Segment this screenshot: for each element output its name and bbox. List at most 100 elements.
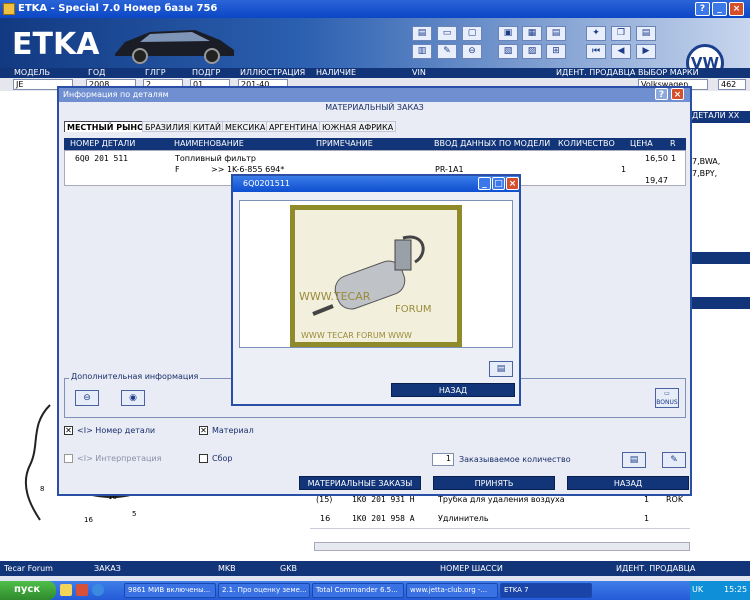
bg-row-qty: 1 <box>644 514 650 523</box>
next-page-icon[interactable]: ▶ <box>636 44 656 59</box>
taskbar-item[interactable]: 9861 МИВ включены... <box>124 583 216 598</box>
bg-right-header: ДЕТАЛИ ХХ <box>690 111 750 123</box>
taskbar-item[interactable]: Total Commander 6.5... <box>312 583 404 598</box>
status-order-tab[interactable]: ЗАКАЗ <box>94 564 121 573</box>
sbor-checkbox[interactable] <box>199 454 208 463</box>
diagram-label-16: 16 <box>84 516 93 524</box>
info-tool-icon[interactable]: ▦ <box>522 26 542 41</box>
close-button[interactable]: × <box>729 2 744 16</box>
image-maximize-button[interactable]: □ <box>492 177 505 190</box>
quicklaunch-ie-icon[interactable] <box>92 584 104 596</box>
car-tool-icon[interactable]: ⊖ <box>462 44 482 59</box>
pages-tool-icon[interactable]: ❐ <box>611 26 631 41</box>
edit-icon[interactable]: ✎ <box>662 452 686 468</box>
status-gkb-tab[interactable]: GKB <box>280 564 297 573</box>
col-brand: ВЫБОР МАРКИ <box>638 68 699 77</box>
interpretation-checkbox[interactable] <box>64 454 73 463</box>
col-dealer: ИДЕНТ. ПРОДАВЦА <box>556 68 636 77</box>
minimize-button[interactable]: _ <box>712 2 727 16</box>
fuel-filter-photo: WWW.TECAR FORUM WWW TECAR FORUM WWW <box>290 205 462 347</box>
tab-brazil[interactable]: БРАЗИЛИЯ <box>142 121 193 132</box>
tab-local-market[interactable]: МЕСТНЫЙ РЫНОК <box>64 121 154 132</box>
order-quantity-input[interactable]: 1 <box>432 453 454 466</box>
part-number-checkbox-label: <I> Номер детали <box>77 426 156 435</box>
bg-row: 16 1K0 201 958 A Удлинитель 1 <box>310 509 690 529</box>
quicklaunch-folder-icon[interactable] <box>60 584 72 596</box>
quicklaunch-app-icon[interactable] <box>76 584 88 596</box>
screen-tool-icon[interactable]: ▭ <box>437 26 457 41</box>
col-availability: НАЛИЧИЕ <box>316 68 357 77</box>
vin-tool-icon[interactable]: ▣ <box>498 26 518 41</box>
banner: ETKA ▤ ▭ ▢ ▥ ✎ ⊖ ▣ ▦ ▤ ▧ ▨ ⊞ ✦ ❐ ▤ ⏮ ◀ ▶… <box>0 18 750 68</box>
material-checkbox[interactable]: ✕ <box>199 426 208 435</box>
prev-page-icon[interactable]: ◀ <box>611 44 631 59</box>
car-icon[interactable]: ⊖ <box>75 390 99 406</box>
bg-row-part: 1K0 201 931 H <box>352 495 415 504</box>
watermark-2: FORUM <box>395 304 432 315</box>
basket-tool-icon[interactable]: ⊞ <box>546 44 566 59</box>
image-back-button[interactable]: НАЗАД <box>391 383 515 397</box>
col-glgr: ГЛГР <box>145 68 166 77</box>
bonus-button[interactable]: ▭ BONUS <box>655 388 679 408</box>
cell-flag: F <box>175 165 180 174</box>
info-help-button[interactable]: ? <box>655 88 668 100</box>
cart-tool-icon[interactable]: ▤ <box>546 26 566 41</box>
language-indicator[interactable]: UK <box>692 585 703 594</box>
pin-tool-icon[interactable]: ✦ <box>586 26 606 41</box>
tab-south-africa[interactable]: ЮЖНАЯ АФРИКА <box>319 121 397 132</box>
back-button[interactable]: НАЗАД <box>567 476 689 490</box>
col-vin: VIN <box>412 68 426 77</box>
taskbar-item[interactable]: 2.1. Про оценку земе... <box>218 583 310 598</box>
order-tool-icon[interactable]: ▧ <box>498 44 518 59</box>
dealer-code-field[interactable]: 462 <box>718 79 746 90</box>
window-title: ETKA - Special 7.0 Номер базы 756 <box>18 3 218 14</box>
watermark-3: WWW TECAR FORUM WWW <box>301 331 412 340</box>
list-tool-icon[interactable]: ▨ <box>522 44 542 59</box>
status-mkv-tab[interactable]: MKB <box>218 564 236 573</box>
cell-part-no: 6Q0 201 511 <box>75 154 128 163</box>
info-dialog-title: Информация по деталям <box>59 88 690 102</box>
col-year: ГОД <box>88 68 106 77</box>
app-icon <box>3 3 15 15</box>
bg-row-name: Удлинитель <box>438 514 489 523</box>
bg-right-text-1: 7,BWA, <box>692 157 721 166</box>
window-tool-icon[interactable]: ▢ <box>462 26 482 41</box>
pen-tool-icon[interactable]: ✎ <box>437 44 457 59</box>
status-chassis-tab[interactable]: НОМЕР ШАССИ <box>440 564 503 573</box>
th-name: НАИМЕНОВАНИЕ <box>174 139 244 148</box>
image-print-icon[interactable]: ▤ <box>489 361 513 377</box>
bg-row-part: 1K0 201 958 A <box>352 514 415 523</box>
taskbar: пуск 9861 МИВ включены... 2.1. Про оценк… <box>0 581 750 600</box>
taskbar-item[interactable]: www.jetta-club.org -... <box>406 583 498 598</box>
first-page-icon[interactable]: ⏮ <box>586 44 606 59</box>
diagram-label-8: 8 <box>40 485 44 493</box>
bg-row-name: Трубка для удаления воздуха <box>438 495 565 504</box>
status-dealer-tab[interactable]: ИДЕНТ. ПРОДАВЦА <box>616 564 695 573</box>
image-close-button[interactable]: × <box>506 177 519 190</box>
taskbar-item-active[interactable]: ETKA 7 <box>500 583 592 598</box>
image-minimize-button[interactable]: _ <box>478 177 491 190</box>
print-tool-icon[interactable]: ▤ <box>412 26 432 41</box>
cell-model-data: PR-1A1 <box>435 165 464 174</box>
accept-button[interactable]: ПРИНЯТЬ <box>433 476 555 490</box>
diagram-label-5: 5 <box>132 510 136 518</box>
material-orders-button[interactable]: МАТЕРИАЛЬНЫЕ ЗАКАЗЫ <box>299 476 421 490</box>
info-close-button[interactable]: × <box>671 88 684 100</box>
horizontal-scrollbar[interactable] <box>314 542 690 551</box>
tab-mexico[interactable]: МЕКСИКА <box>222 121 269 132</box>
start-button[interactable]: пуск <box>0 581 56 600</box>
pdf-tool-icon[interactable]: ▥ <box>412 44 432 59</box>
order-table-header: НОМЕР ДЕТАЛИ НАИМЕНОВАНИЕ ПРИМЕЧАНИЕ ВВО… <box>64 138 686 150</box>
tab-argentina[interactable]: АРГЕНТИНА <box>266 121 321 132</box>
etka-logo: ETKA <box>12 27 100 62</box>
book-tool-icon[interactable]: ▤ <box>636 26 656 41</box>
tab-china[interactable]: КИТАЙ <box>190 121 225 132</box>
camera-icon[interactable]: ◉ <box>121 390 145 406</box>
cell-ref: >> 1K-6-855 694* <box>211 165 285 174</box>
th-price: ЦЕНА <box>630 139 653 148</box>
col-illustration: ИЛЛЮСТРАЦИЯ <box>240 68 306 77</box>
help-button[interactable]: ? <box>695 2 710 16</box>
fuel-filter-drawing: WWW.TECAR FORUM WWW TECAR FORUM WWW <box>299 235 432 340</box>
print-icon[interactable]: ▤ <box>622 452 646 468</box>
part-number-checkbox[interactable]: ✕ <box>64 426 73 435</box>
